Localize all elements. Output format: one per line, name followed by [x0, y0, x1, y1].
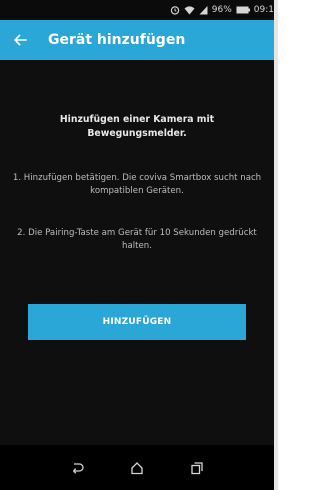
content-area: Hinzufügen einer Kamera mit Bewegungsmel…: [0, 60, 274, 445]
status-icons: 96% 09:1: [170, 0, 274, 20]
nav-back-button[interactable]: [67, 458, 87, 478]
arrow-left-icon: [13, 34, 27, 46]
instruction-step-1: 1. Hinzufügen betätigen. Die coviva Smar…: [12, 173, 262, 196]
signal-icon: [199, 5, 208, 15]
instruction-heading: Hinzufügen einer Kamera mit Bewegungsmel…: [59, 114, 215, 139]
recents-icon: [191, 462, 203, 475]
wifi-icon: [184, 5, 195, 15]
battery-percent: 96%: [211, 5, 232, 15]
screen-edge: [274, 0, 278, 490]
page-title: Gerät hinzufügen: [48, 32, 186, 48]
phone-screen: 96% 09:1 Gerät hinzufügen Hinzufügen ein…: [0, 0, 274, 490]
battery-icon: [236, 6, 250, 14]
alarm-icon: [170, 5, 180, 15]
nav-recents-button[interactable]: [187, 458, 207, 478]
nav-home-button[interactable]: [127, 458, 147, 478]
back-button[interactable]: [10, 30, 30, 50]
app-bar: Gerät hinzufügen: [0, 20, 274, 60]
navigation-bar: [0, 445, 274, 490]
status-bar: 96% 09:1: [0, 0, 274, 20]
home-icon: [131, 462, 143, 475]
clock: 09:1: [253, 5, 274, 15]
back-icon: [73, 463, 84, 474]
add-button[interactable]: HINZUFÜGEN: [28, 304, 246, 340]
instruction-step-2: 2. Die Pairing-Taste am Gerät für 10 Sek…: [17, 228, 257, 251]
